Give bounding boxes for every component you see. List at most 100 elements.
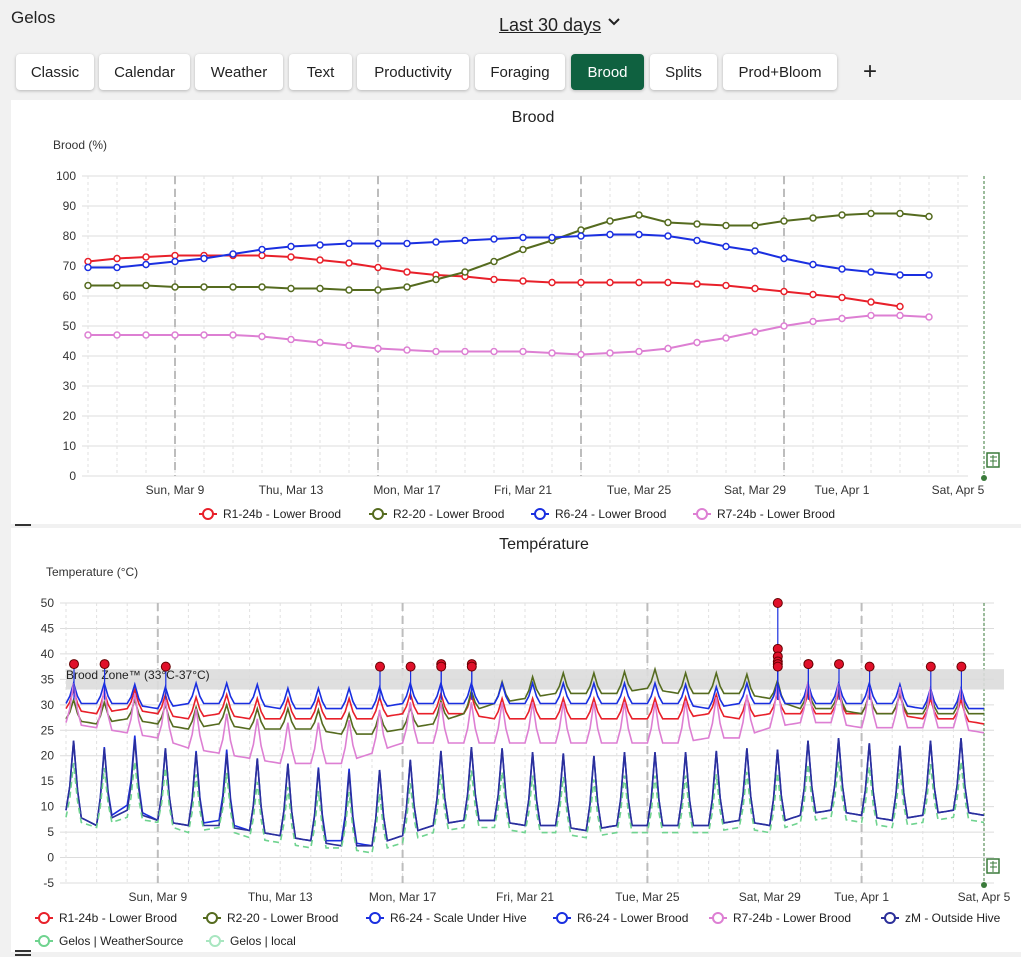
- alert-marker[interactable]: [772, 661, 783, 672]
- data-point[interactable]: [113, 263, 121, 272]
- legend-label[interactable]: R2-20 - Lower Brood: [393, 507, 504, 521]
- data-point[interactable]: [577, 278, 585, 287]
- data-point[interactable]: [867, 209, 875, 218]
- legend-label[interactable]: R7-24b - Lower Brood: [733, 911, 851, 925]
- data-point[interactable]: [171, 251, 179, 260]
- data-point[interactable]: [896, 271, 904, 279]
- data-point[interactable]: [548, 349, 556, 357]
- data-point[interactable]: [258, 283, 266, 291]
- data-point[interactable]: [838, 211, 846, 219]
- data-point[interactable]: [200, 254, 208, 263]
- alert-marker[interactable]: [99, 659, 110, 670]
- data-point[interactable]: [896, 209, 904, 218]
- data-point[interactable]: [84, 263, 92, 272]
- data-point[interactable]: [577, 226, 585, 234]
- data-point[interactable]: [490, 235, 498, 243]
- legend-label[interactable]: Gelos | local: [230, 934, 296, 948]
- data-point[interactable]: [635, 230, 643, 239]
- data-point[interactable]: [519, 347, 527, 356]
- data-point[interactable]: [461, 268, 469, 276]
- data-point[interactable]: [809, 260, 817, 269]
- data-point[interactable]: [113, 254, 121, 263]
- data-point[interactable]: [229, 250, 237, 258]
- alert-marker[interactable]: [803, 659, 814, 670]
- data-point[interactable]: [142, 260, 150, 269]
- data-point[interactable]: [287, 335, 295, 344]
- data-point[interactable]: [751, 328, 759, 336]
- data-point[interactable]: [142, 281, 150, 290]
- data-point[interactable]: [722, 221, 730, 230]
- data-point[interactable]: [258, 251, 266, 260]
- alert-marker[interactable]: [375, 661, 385, 672]
- data-point[interactable]: [693, 280, 701, 288]
- legend-label[interactable]: R6-24 - Lower Brood: [555, 507, 666, 521]
- data-point[interactable]: [867, 311, 875, 320]
- data-point[interactable]: [171, 283, 179, 291]
- data-point[interactable]: [403, 268, 411, 276]
- legend-label[interactable]: R6-24 - Scale Under Hive: [390, 911, 527, 925]
- data-point[interactable]: [316, 256, 324, 264]
- data-point[interactable]: [432, 238, 440, 246]
- data-point[interactable]: [374, 286, 382, 294]
- data-point[interactable]: [606, 230, 614, 239]
- data-point[interactable]: [751, 247, 759, 255]
- data-point[interactable]: [229, 283, 237, 291]
- data-point[interactable]: [925, 313, 933, 321]
- data-point[interactable]: [867, 298, 875, 306]
- data-point[interactable]: [403, 283, 411, 291]
- data-point[interactable]: [838, 314, 846, 323]
- data-point[interactable]: [722, 242, 730, 251]
- data-point[interactable]: [896, 311, 904, 320]
- data-point[interactable]: [287, 253, 295, 261]
- data-point[interactable]: [345, 239, 353, 248]
- legend-label[interactable]: R6-24 - Lower Brood: [577, 911, 688, 925]
- alert-marker[interactable]: [466, 661, 477, 672]
- data-point[interactable]: [519, 245, 527, 254]
- data-point[interactable]: [548, 233, 556, 242]
- chevron-down-icon[interactable]: [606, 14, 622, 30]
- data-point[interactable]: [780, 217, 788, 225]
- alert-marker[interactable]: [864, 661, 875, 672]
- legend-label[interactable]: R1-24b - Lower Brood: [59, 911, 177, 925]
- tab-productivity[interactable]: Productivity: [357, 54, 469, 90]
- data-point[interactable]: [316, 338, 324, 347]
- data-point[interactable]: [113, 331, 121, 339]
- drag-handle[interactable]: [15, 950, 31, 956]
- tab-weather[interactable]: Weather: [195, 54, 283, 90]
- data-point[interactable]: [780, 322, 788, 330]
- tab-text[interactable]: Text: [289, 54, 352, 90]
- data-point[interactable]: [577, 350, 585, 359]
- data-point[interactable]: [287, 284, 295, 293]
- tab-foraging[interactable]: Foraging: [475, 54, 565, 90]
- data-point[interactable]: [722, 334, 730, 342]
- data-point[interactable]: [287, 242, 295, 251]
- data-point[interactable]: [519, 233, 527, 242]
- data-point[interactable]: [113, 281, 121, 290]
- legend-label[interactable]: Gelos | WeatherSource: [59, 934, 184, 948]
- data-point[interactable]: [461, 347, 469, 356]
- data-point[interactable]: [490, 347, 498, 356]
- data-point[interactable]: [345, 259, 353, 267]
- export-icon[interactable]: [986, 858, 1000, 874]
- data-point[interactable]: [722, 281, 730, 290]
- data-point[interactable]: [577, 232, 585, 240]
- data-point[interactable]: [664, 344, 672, 353]
- data-point[interactable]: [867, 268, 875, 276]
- tab-calendar[interactable]: Calendar: [99, 54, 190, 90]
- alert-marker[interactable]: [956, 661, 967, 672]
- tab-classic[interactable]: Classic: [16, 54, 94, 90]
- data-point[interactable]: [606, 278, 614, 287]
- data-point[interactable]: [84, 281, 92, 290]
- data-point[interactable]: [432, 347, 440, 356]
- data-point[interactable]: [751, 221, 759, 230]
- data-point[interactable]: [606, 217, 614, 225]
- data-point[interactable]: [693, 220, 701, 228]
- legend-label[interactable]: R1-24b - Lower Brood: [223, 507, 341, 521]
- data-point[interactable]: [838, 293, 846, 302]
- data-point[interactable]: [693, 338, 701, 347]
- data-point[interactable]: [171, 257, 179, 266]
- data-point[interactable]: [403, 346, 411, 354]
- data-point[interactable]: [635, 347, 643, 356]
- data-point[interactable]: [374, 263, 382, 272]
- alert-marker[interactable]: [69, 659, 79, 670]
